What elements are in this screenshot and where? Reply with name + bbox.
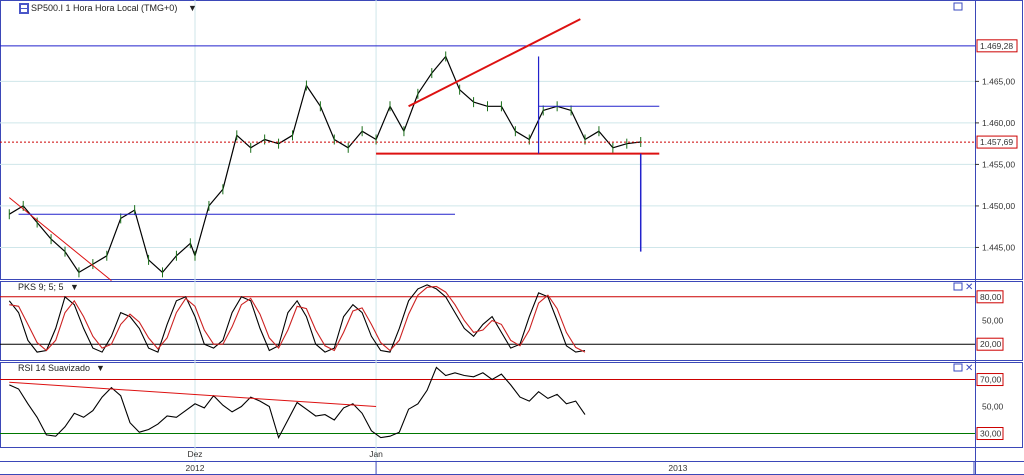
price-tick-label: 1.450,00 xyxy=(982,201,1015,211)
rsi-title[interactable]: RSI 14 Suavizado xyxy=(18,363,90,373)
panel-border xyxy=(0,362,1023,448)
rsi-header: RSI 14 Suavizado ▼ ✕ xyxy=(18,363,973,374)
downtrend-line[interactable] xyxy=(8,197,112,282)
rsi-lower-tag: 30,00 xyxy=(980,429,1002,439)
panel-frames xyxy=(0,0,1024,475)
pks-lower-tag: 20,00 xyxy=(980,339,1002,349)
grid-lines xyxy=(0,0,975,461)
pks-tick-label: 50,00 xyxy=(982,316,1004,326)
year-label: 2013 xyxy=(668,463,687,473)
price-header: SP500.I 1 Hora Hora Local (TMG+0) ▼ xyxy=(19,2,963,14)
pks-upper-tag: 80,00 xyxy=(980,292,1002,302)
price-tick-label: 1.455,00 xyxy=(982,159,1015,169)
rsi-trendline[interactable] xyxy=(9,381,377,408)
y-axis: 1.465,00 1.460,00 1.455,00 1.450,00 1.445,00… xyxy=(975,39,1018,441)
close-icon[interactable]: ✕ xyxy=(965,363,973,374)
chevron-down-icon[interactable]: ▼ xyxy=(96,363,105,373)
maximize-icon[interactable] xyxy=(953,2,963,11)
pks-title[interactable]: PKS 9; 5; 5 xyxy=(18,282,64,292)
last-price-tag: 1.457,69 xyxy=(980,137,1013,147)
month-label: Jan xyxy=(369,449,383,459)
maximize-icon[interactable] xyxy=(953,363,963,372)
pks-fast-line[interactable] xyxy=(8,284,586,353)
pks-header: PKS 9; 5; 5 ▼ ✕ xyxy=(18,282,973,293)
chart-window: 1.465,00 1.460,00 1.455,00 1.450,00 1.445,00… xyxy=(0,0,1024,475)
rsi-panel[interactable] xyxy=(0,366,975,440)
price-tick-label: 1.445,00 xyxy=(982,242,1015,252)
chart-logo-icon xyxy=(19,3,29,14)
upper-wedge-line[interactable] xyxy=(408,18,581,108)
panel-border xyxy=(0,281,1023,361)
chevron-down-icon[interactable]: ▼ xyxy=(188,3,197,13)
month-label: Dez xyxy=(187,449,202,459)
close-icon[interactable]: ✕ xyxy=(965,282,973,293)
rsi-upper-tag: 70,00 xyxy=(980,375,1002,385)
price-tick-label: 1.465,00 xyxy=(982,76,1015,86)
symbol-title[interactable]: SP500.I 1 Hora Hora Local (TMG+0) xyxy=(31,3,177,13)
rsi-line[interactable] xyxy=(9,366,586,440)
pks-panel[interactable] xyxy=(0,284,975,353)
year-label: 2012 xyxy=(186,463,205,473)
chart-canvas[interactable]: 1.465,00 1.460,00 1.455,00 1.450,00 1.445,00… xyxy=(0,0,1024,475)
panel-border xyxy=(0,0,1023,280)
price-tick-label: 1.460,00 xyxy=(982,118,1015,128)
chevron-down-icon[interactable]: ▼ xyxy=(70,282,79,292)
rsi-tick-label: 50,00 xyxy=(982,402,1004,412)
price-panel[interactable] xyxy=(0,18,975,282)
resistance-tag: 1.469,28 xyxy=(980,41,1013,51)
maximize-icon[interactable] xyxy=(953,282,963,291)
